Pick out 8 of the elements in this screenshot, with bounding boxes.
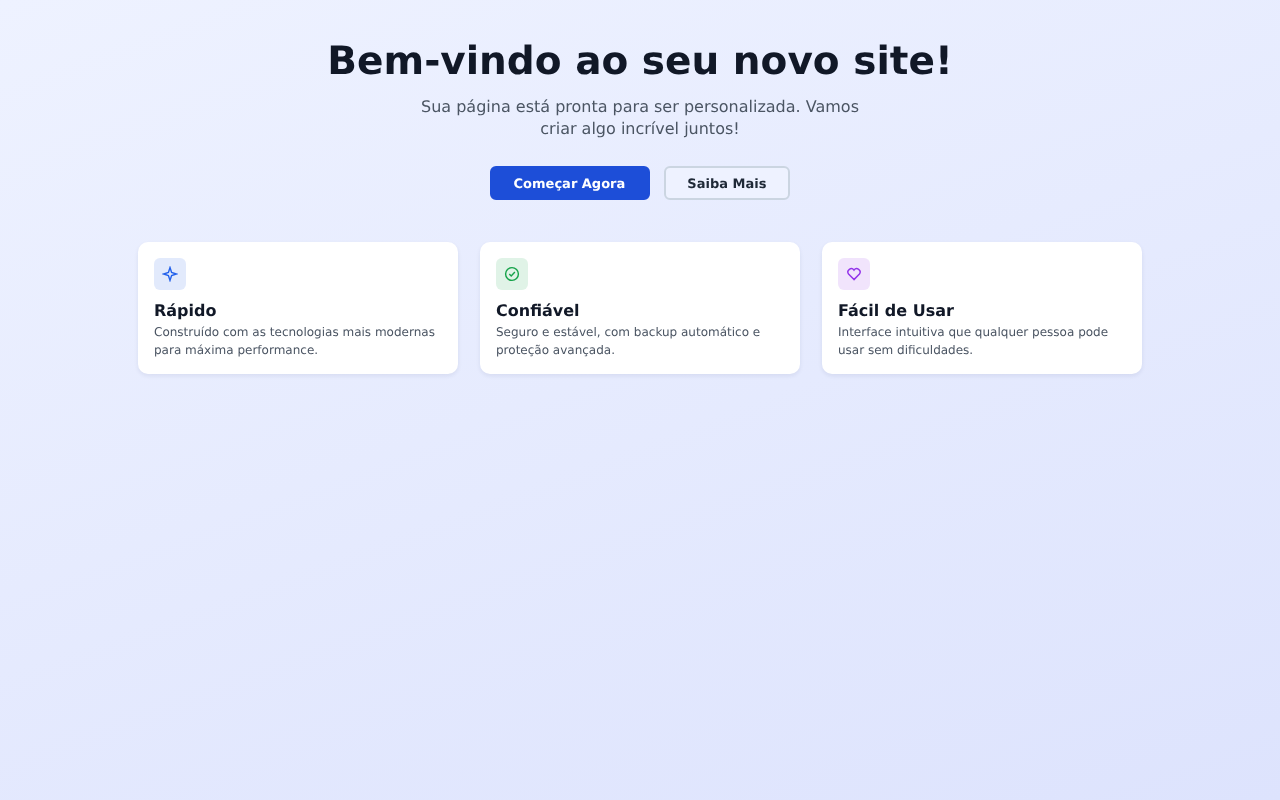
feature-title: Fácil de Usar bbox=[838, 302, 956, 320]
feature-title: Rápido bbox=[154, 302, 219, 320]
check-circle-icon bbox=[504, 266, 520, 282]
feature-title: Confiável bbox=[496, 302, 582, 320]
page-title: Bem-vindo ao seu novo site! bbox=[327, 38, 953, 84]
heart-icon bbox=[846, 266, 862, 282]
subtitle: Sua página está pronta para ser personalizada. Vamos criar algo incrível juntos! bbox=[419, 96, 861, 140]
sparkle-icon bbox=[162, 266, 178, 282]
